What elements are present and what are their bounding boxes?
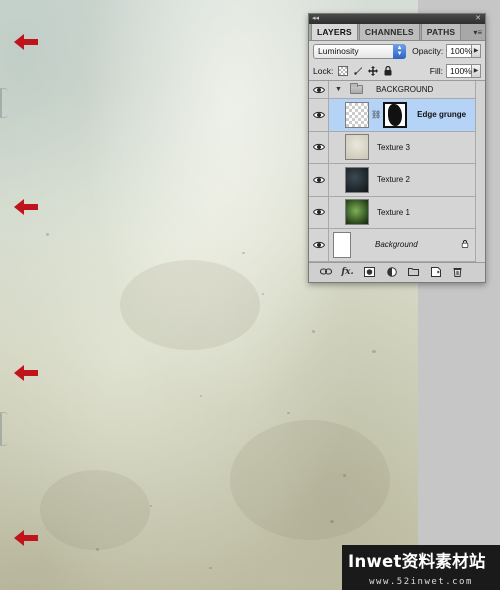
texture-smudge [120,260,260,350]
new-group-icon[interactable] [407,266,420,277]
lock-all-icon[interactable] [383,65,393,76]
blend-opacity-row: Luminosity ▲ ▼ Opacity: 100% ▶ [309,41,485,61]
new-layer-icon[interactable] [429,266,442,277]
watermark-url: www.52inwet.com [369,577,473,587]
add-mask-icon[interactable] [363,266,376,277]
layer-indent [329,132,343,164]
panel-bottom-toolbar: fx. [309,261,485,281]
layer-mask-thumbnail[interactable] [383,101,408,128]
layer-thumbnail[interactable] [345,166,369,193]
lock-fill-row: Lock: Fill: 100% ▶ [309,61,485,81]
texture-smudge [40,470,150,550]
layer-name: Texture 2 [377,175,410,185]
layer-row-edge-grunge[interactable]: ⛓ Edge grunge [309,99,485,132]
opacity-dropdown-icon[interactable]: ▶ [472,44,481,58]
texture-smudge [230,420,390,540]
layer-name: Edge grunge [417,110,467,120]
opacity-input[interactable]: 100% [446,44,473,58]
blend-mode-select[interactable]: Luminosity ▲ ▼ [313,43,407,59]
layers-panel: ◂◂ ✕ LAYERS CHANNELS PATHS ▾≡ Luminosity… [308,13,486,283]
fill-label: Fill: [429,65,443,76]
texture-speck [287,412,290,414]
texture-speck [200,395,202,397]
layer-thumbnail[interactable] [333,231,351,258]
close-panel-icon[interactable]: ✕ [475,15,481,23]
watermark-title: Inwet资料素材站 [348,552,486,571]
tab-paths[interactable]: PATHS [420,23,462,40]
layer-thumbnail[interactable] [345,199,369,226]
texture-speck [262,293,264,295]
panel-menu-icon[interactable]: ▾≡ [473,28,482,37]
visibility-eye-icon[interactable] [309,164,329,196]
layer-group-row[interactable]: ▼ BACKGROUND [309,81,485,99]
layer-row-background[interactable]: Background [309,229,485,262]
annotation-arrow-icon [14,34,38,50]
visibility-eye-icon[interactable] [309,229,329,261]
annotation-arrow-icon [14,199,38,215]
layer-indent [329,197,343,229]
texture-speck [312,330,315,333]
panel-tab-bar: LAYERS CHANNELS PATHS ▾≡ [309,23,485,41]
lock-transparent-pixels-icon[interactable] [338,65,349,76]
blend-mode-stepper-icon[interactable]: ▲ ▼ [393,43,407,59]
background-lock-icon [461,240,469,248]
watermark: Inwet资料素材站 www.52inwet.com [342,545,500,590]
expand-triangle-icon[interactable]: ▼ [335,86,342,93]
layer-row-texture-1[interactable]: Texture 1 [309,196,485,229]
visibility-eye-icon[interactable] [309,131,329,163]
layers-scrollbar[interactable] [475,81,485,262]
visibility-eye-icon[interactable] [309,196,329,228]
layer-row-texture-2[interactable]: Texture 2 [309,164,485,197]
texture-speck [330,520,334,523]
lock-image-pixels-icon[interactable] [353,66,363,76]
texture-speck [343,474,346,477]
trash-icon[interactable] [451,266,464,277]
tab-layers[interactable]: LAYERS [311,23,358,40]
adjustment-layer-icon[interactable] [385,266,398,277]
layer-thumbnail[interactable] [345,101,369,128]
tab-channels[interactable]: CHANNELS [358,23,420,40]
fx-icon[interactable]: fx. [341,266,354,277]
texture-speck [46,233,49,236]
texture-speck [96,548,99,551]
link-layers-icon[interactable] [319,266,332,277]
texture-speck [150,505,152,507]
texture-speck [209,567,212,569]
layer-indent [329,99,343,131]
annotation-arrow-icon [14,530,38,546]
collapse-panel-icon[interactable]: ◂◂ [312,15,319,23]
layer-name: Texture 1 [377,207,410,217]
folder-icon [349,83,363,94]
layer-name: Background [375,240,418,250]
annotation-arrow-icon [14,365,38,381]
texture-speck [242,252,245,254]
layer-row-texture-3[interactable]: Texture 3 [309,131,485,164]
lock-position-icon[interactable] [368,65,379,76]
lock-label: Lock: [313,65,334,76]
mask-link-chain-icon[interactable]: ⛓ [371,110,381,119]
canvas-edge-artwork [0,412,8,446]
texture-speck [372,350,376,353]
canvas-edge-artwork [0,88,8,118]
layers-list: ▼ BACKGROUND ⛓ Edge grunge Texture 3 Tex… [309,81,485,262]
fill-input[interactable]: 100% [446,63,472,78]
fill-dropdown-icon[interactable]: ▶ [472,63,481,78]
layer-thumbnail[interactable] [345,134,369,161]
group-name: BACKGROUND [375,85,434,94]
panel-title-bar[interactable]: ◂◂ ✕ [309,14,485,24]
visibility-eye-icon[interactable] [309,81,329,98]
layer-indent [329,164,343,196]
opacity-label: Opacity: [412,46,444,56]
layer-name: Texture 3 [377,142,410,152]
visibility-eye-icon[interactable] [309,99,329,131]
blend-mode-value: Luminosity [318,46,359,56]
